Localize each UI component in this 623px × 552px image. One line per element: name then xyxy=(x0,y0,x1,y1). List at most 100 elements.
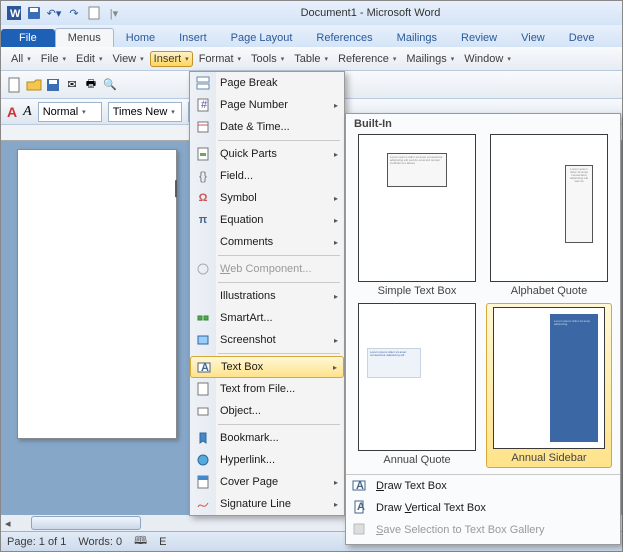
reset-font-a-icon[interactable]: A xyxy=(7,104,17,120)
undo-icon[interactable]: ↶▾ xyxy=(45,4,63,22)
mi-bookmark[interactable]: Bookmark... xyxy=(190,427,344,449)
qat-divider: |▾ xyxy=(105,4,123,22)
style-label: A xyxy=(23,104,32,120)
object-icon xyxy=(195,403,211,419)
tab-insert[interactable]: Insert xyxy=(167,29,219,47)
svg-text:A: A xyxy=(357,501,365,513)
bookmark-icon xyxy=(195,430,211,446)
svg-text:A: A xyxy=(201,362,209,374)
tab-review[interactable]: Review xyxy=(449,29,509,47)
menu-reference[interactable]: Reference xyxy=(334,51,400,67)
tab-file[interactable]: File xyxy=(1,29,55,47)
mi-web-component: Web Component... xyxy=(190,258,344,280)
signature-icon xyxy=(195,496,211,512)
cover-page-icon xyxy=(195,474,211,490)
menu-tools[interactable]: Tools xyxy=(247,51,288,67)
svg-text:A: A xyxy=(356,480,364,492)
mi-symbol[interactable]: ΩSymbol▸ xyxy=(190,187,344,209)
menu-mailings[interactable]: Mailings xyxy=(402,51,458,67)
insert-dropdown-menu: Page Break #Page Number▸ Date & Time... … xyxy=(189,71,345,516)
status-language[interactable]: E xyxy=(159,536,166,548)
draw-text-box-icon: A xyxy=(352,478,368,494)
title-bar: W ↶▾ ↷ |▾ Document1 - Microsoft Word xyxy=(1,1,622,25)
symbol-icon: Ω xyxy=(195,190,211,206)
mi-date-time[interactable]: Date & Time... xyxy=(190,116,344,138)
gallery-save-selection: Save Selection to Text Box Gallery xyxy=(346,519,620,541)
mi-page-break[interactable]: Page Break xyxy=(190,72,344,94)
quick-access-toolbar: W ↶▾ ↷ |▾ xyxy=(5,4,123,22)
svg-text:W: W xyxy=(10,8,21,20)
mi-text-from-file[interactable]: Text from File... xyxy=(190,378,344,400)
page-number-icon: # xyxy=(195,97,211,113)
mail-icon[interactable]: ✉ xyxy=(64,77,80,93)
tab-developer[interactable]: Deve xyxy=(557,29,607,47)
tab-home[interactable]: Home xyxy=(114,29,167,47)
save-selection-icon xyxy=(352,522,368,538)
window-title: Document1 - Microsoft Word xyxy=(123,7,618,19)
gallery-simple-text-box[interactable]: Lorem ipsum dolor sit amet consectetur a… xyxy=(354,134,480,297)
mi-cover-page[interactable]: Cover Page▸ xyxy=(190,471,344,493)
menu-all[interactable]: All xyxy=(7,51,35,67)
style-combo[interactable]: Normal xyxy=(38,102,102,122)
tab-references[interactable]: References xyxy=(304,29,384,47)
gallery-annual-sidebar[interactable]: Lorem ipsum dolor sit amet adipiscing An… xyxy=(486,303,612,468)
gallery-draw-text-box[interactable]: A Draw Text Box xyxy=(346,475,620,497)
quick-parts-icon xyxy=(195,146,211,162)
save-icon[interactable] xyxy=(25,4,43,22)
redo-icon[interactable]: ↷ xyxy=(65,4,83,22)
date-time-icon xyxy=(195,119,211,135)
tab-view[interactable]: View xyxy=(509,29,557,47)
classic-menu-bar: All File Edit View Insert Format Tools T… xyxy=(1,47,622,71)
mi-hyperlink[interactable]: Hyperlink... xyxy=(190,449,344,471)
menu-table[interactable]: Table xyxy=(290,51,332,67)
gallery-alphabet-quote[interactable]: Lorem ipsum dolor sit amet consectetur a… xyxy=(486,134,612,297)
status-words[interactable]: Words: 0 xyxy=(78,536,122,548)
tab-page-layout[interactable]: Page Layout xyxy=(219,29,305,47)
mi-screenshot[interactable]: Screenshot▸ xyxy=(190,329,344,351)
mi-signature-line[interactable]: Signature Line▸ xyxy=(190,493,344,515)
field-icon: {} xyxy=(195,168,211,184)
mi-illustrations[interactable]: Illustrations▸ xyxy=(190,285,344,307)
status-lang-icon[interactable]: 🕮 xyxy=(134,532,147,551)
qat-doc-icon[interactable] xyxy=(85,4,103,22)
ribbon-tabs: File Menus Home Insert Page Layout Refer… xyxy=(1,25,622,47)
mi-comments[interactable]: Comments▸ xyxy=(190,231,344,253)
menu-insert[interactable]: Insert xyxy=(150,51,193,67)
gallery-annual-quote[interactable]: Lorem ipsum dolor sit amet consectetur a… xyxy=(354,303,480,468)
mi-equation[interactable]: πEquation▸ xyxy=(190,209,344,231)
gallery-draw-vertical[interactable]: A Draw Vertical Text Box xyxy=(346,497,620,519)
menu-format[interactable]: Format xyxy=(195,51,245,67)
mi-smartart[interactable]: SmartArt... xyxy=(190,307,344,329)
svg-text:#: # xyxy=(201,99,208,111)
status-page[interactable]: Page: 1 of 1 xyxy=(7,536,66,548)
web-component-icon xyxy=(195,261,211,277)
gallery-header: Built-In xyxy=(346,114,620,134)
menu-edit[interactable]: Edit xyxy=(72,51,106,67)
menu-window[interactable]: Window xyxy=(460,51,515,67)
mi-quick-parts[interactable]: Quick Parts▸ xyxy=(190,143,344,165)
open-icon[interactable] xyxy=(26,77,42,93)
print-icon[interactable]: 🖶 xyxy=(83,77,99,93)
document-page[interactable]: │ xyxy=(17,149,177,439)
page-break-icon xyxy=(195,75,211,91)
save-icon[interactable] xyxy=(45,77,61,93)
font-combo[interactable]: Times New xyxy=(108,102,182,122)
mi-page-number[interactable]: #Page Number▸ xyxy=(190,94,344,116)
scrollbar-thumb[interactable] xyxy=(31,516,141,530)
mi-text-box[interactable]: AText Box▸ xyxy=(190,356,344,378)
text-from-file-icon xyxy=(195,381,211,397)
text-box-gallery: Built-In Lorem ipsum dolor sit amet cons… xyxy=(345,113,621,545)
preview-icon[interactable]: 🔍 xyxy=(102,77,118,93)
tab-menus[interactable]: Menus xyxy=(55,28,114,47)
equation-icon: π xyxy=(195,212,211,228)
new-doc-icon[interactable] xyxy=(7,77,23,93)
menu-view[interactable]: View xyxy=(108,51,147,67)
tab-mailings[interactable]: Mailings xyxy=(385,29,449,47)
text-box-icon: A xyxy=(196,359,212,375)
text-cursor: │ xyxy=(172,180,181,196)
draw-vertical-icon: A xyxy=(352,500,368,516)
mi-field[interactable]: {}Field... xyxy=(190,165,344,187)
mi-object[interactable]: Object... xyxy=(190,400,344,422)
menu-file[interactable]: File xyxy=(37,51,70,67)
screenshot-icon xyxy=(195,332,211,348)
